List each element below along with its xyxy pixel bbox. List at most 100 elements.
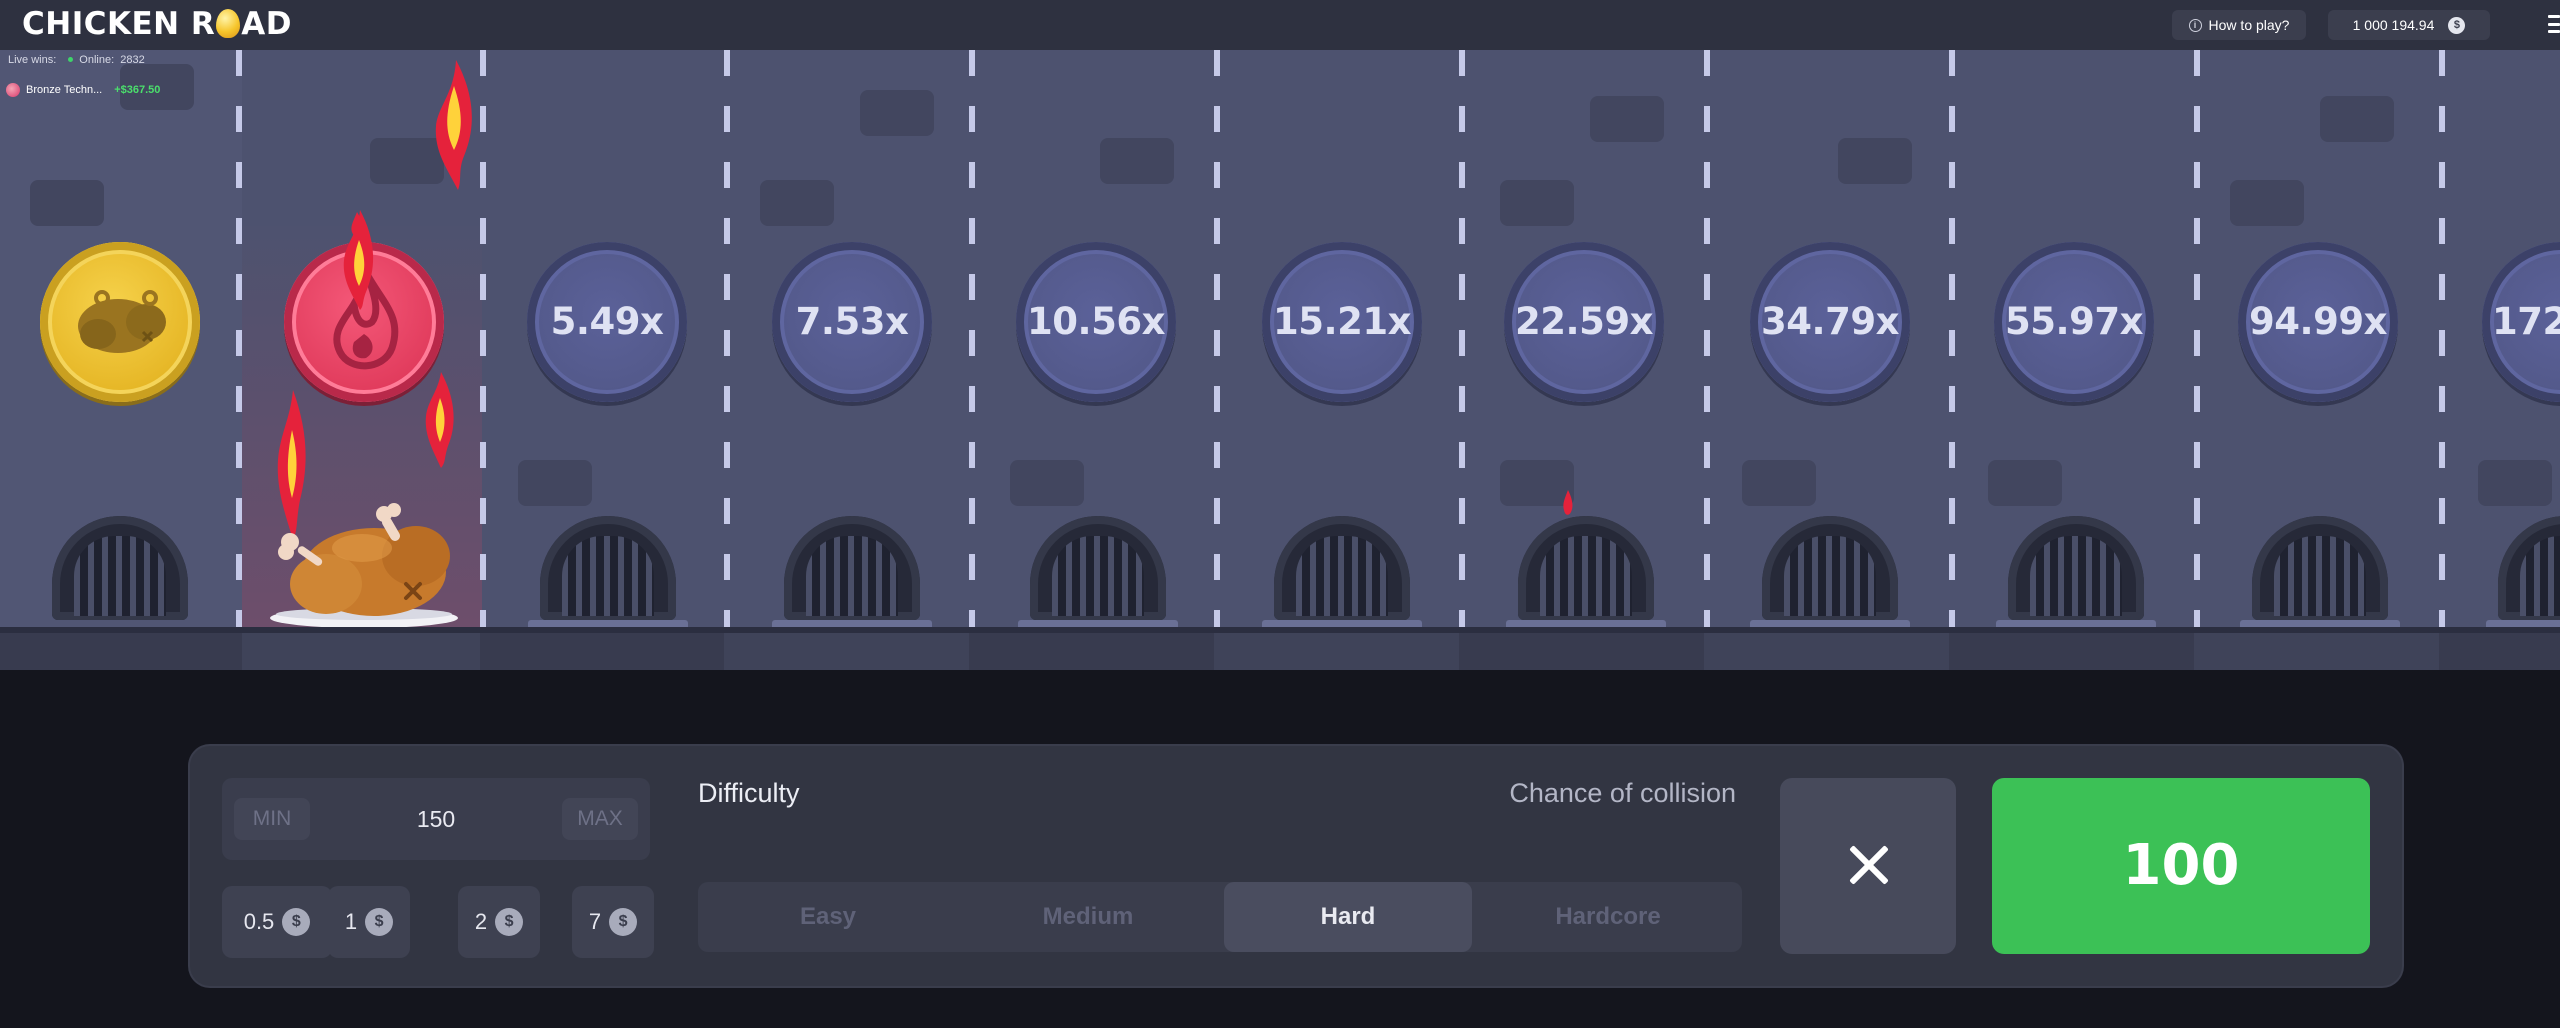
difficulty-option-easy[interactable]: Easy	[704, 882, 952, 952]
collected-coin	[40, 242, 200, 402]
lane-divider	[1704, 50, 1710, 630]
curb	[1214, 633, 1459, 670]
quick-bet-button[interactable]: 0.5 $	[222, 886, 332, 958]
live-wins-label: Live wins:	[8, 54, 57, 66]
quick-bet-button[interactable]: 2 $	[458, 886, 540, 958]
multiplier-coin[interactable]: 22.59x	[1504, 242, 1664, 402]
online-label: Online:	[79, 54, 115, 66]
top-bar: CHICKEN R AD i How to play? 1 000 194.94 …	[0, 0, 2560, 50]
brick	[1988, 460, 2062, 506]
brick	[1742, 460, 1816, 506]
multiplier-value: 7.53x	[795, 300, 909, 343]
sewer-grate	[2240, 516, 2400, 632]
winner-name: Bronze Techn...	[26, 84, 103, 96]
bet-amount-input[interactable]: MIN 150 MAX	[222, 778, 650, 860]
multiplier-coin[interactable]: 55.97x	[1994, 242, 2154, 402]
roast-chicken-icon	[78, 290, 166, 353]
difficulty-selector: Easy Medium Hard Hardcore	[698, 882, 1742, 952]
lane-divider	[1214, 50, 1220, 630]
multiplier-coin[interactable]: 10.56x	[1016, 242, 1176, 402]
dollar-coin-icon: $	[2448, 16, 2466, 34]
sewer-grate	[2486, 516, 2560, 632]
lane-divider	[969, 50, 975, 630]
multiplier-coin[interactable]: 5.49x	[527, 242, 687, 402]
dollar-coin-icon: $	[365, 908, 394, 936]
multiplier-coin[interactable]: 94.99x	[2238, 242, 2398, 402]
sewer-grate	[48, 516, 192, 626]
quick-bet-value: 1	[344, 909, 358, 934]
curb	[0, 633, 242, 670]
dollar-coin-icon: $	[282, 908, 311, 936]
bet-amount-value[interactable]: 150	[372, 778, 500, 860]
quick-bet-button[interactable]: 7 $	[572, 886, 654, 958]
difficulty-option-hardcore[interactable]: Hardcore	[1484, 882, 1732, 952]
sewer-grate	[1018, 516, 1178, 632]
difficulty-option-medium[interactable]: Medium	[964, 882, 1212, 952]
online-count: 2832	[120, 54, 145, 66]
brick	[1100, 138, 1174, 184]
egg-icon	[216, 9, 241, 38]
how-to-play-button[interactable]: i How to play?	[2172, 10, 2306, 40]
curb	[2194, 633, 2439, 670]
brick	[1838, 138, 1912, 184]
game-road: 5.49x 7.53x 10.56x 15.21x 22.59x 34.79x …	[0, 50, 2560, 670]
curb	[1949, 633, 2194, 670]
curb	[2439, 633, 2560, 670]
curb	[724, 633, 969, 670]
multiplier-coin[interactable]: 172..	[2482, 242, 2560, 402]
win-amount: +$367.50	[114, 84, 161, 96]
sewer-grate	[1996, 516, 2156, 632]
sewer-grate	[528, 516, 688, 632]
lane-divider	[236, 50, 242, 630]
flame-effect	[351, 212, 363, 237]
dollar-coin-icon: $	[495, 908, 524, 936]
curb	[480, 633, 724, 670]
multiplier-coin[interactable]: 34.79x	[1750, 242, 1910, 402]
live-wins-header: Live wins: Online: 2832	[8, 54, 145, 66]
multiplier-value: 172..	[2492, 300, 2560, 343]
brick	[2320, 96, 2394, 142]
multiplier-value: 10.56x	[1027, 300, 1165, 343]
menu-icon[interactable]	[2548, 15, 2560, 33]
multiplier-value: 94.99x	[2249, 300, 2387, 343]
brick	[1500, 180, 1574, 226]
lane-divider	[2439, 50, 2445, 630]
play-button[interactable]: 100	[1992, 778, 2370, 954]
multiplier-coin[interactable]: 7.53x	[772, 242, 932, 402]
brick	[760, 180, 834, 226]
sewer-grate	[772, 516, 932, 632]
curb	[242, 633, 480, 670]
min-bet-button[interactable]: MIN	[234, 798, 310, 840]
quick-bet-button[interactable]: 1 $	[328, 886, 410, 958]
difficulty-option-hard[interactable]: Hard	[1224, 882, 1472, 952]
max-bet-button[interactable]: MAX	[562, 798, 638, 840]
lane-divider	[724, 50, 730, 630]
brick	[2230, 180, 2304, 226]
lane-divider	[1949, 50, 1955, 630]
curb	[1704, 633, 1949, 670]
control-panel: MIN 150 MAX 0.5 $ 1 $ 2 $ 7 $ Difficulty…	[190, 746, 2402, 986]
balance-display[interactable]: 1 000 194.94 $	[2328, 10, 2490, 40]
brick	[2478, 460, 2552, 506]
how-to-play-label: How to play?	[2208, 17, 2290, 33]
curb	[1459, 633, 1704, 670]
game-logo: CHICKEN R AD	[22, 6, 293, 42]
flame-effect	[425, 372, 454, 468]
difficulty-label: Difficulty	[698, 778, 800, 808]
brick	[518, 460, 592, 506]
sewer-grate	[1262, 516, 1422, 632]
multiplier-value: 5.49x	[550, 300, 664, 343]
multiplier-value: 55.97x	[2005, 300, 2143, 343]
lane-divider	[1459, 50, 1465, 630]
multiplier-coin[interactable]: 15.21x	[1262, 242, 1422, 402]
curb	[969, 633, 1214, 670]
info-icon: i	[2188, 18, 2202, 32]
chance-of-collision-label: Chance of collision	[1509, 778, 1736, 808]
brick	[1590, 96, 1664, 142]
brick	[1010, 460, 1084, 506]
lane-divider	[2194, 50, 2200, 630]
cancel-button[interactable]	[1780, 778, 1956, 954]
quick-bet-value: 2	[474, 909, 488, 934]
brick	[860, 90, 934, 136]
quick-bet-value: 7	[588, 909, 602, 934]
